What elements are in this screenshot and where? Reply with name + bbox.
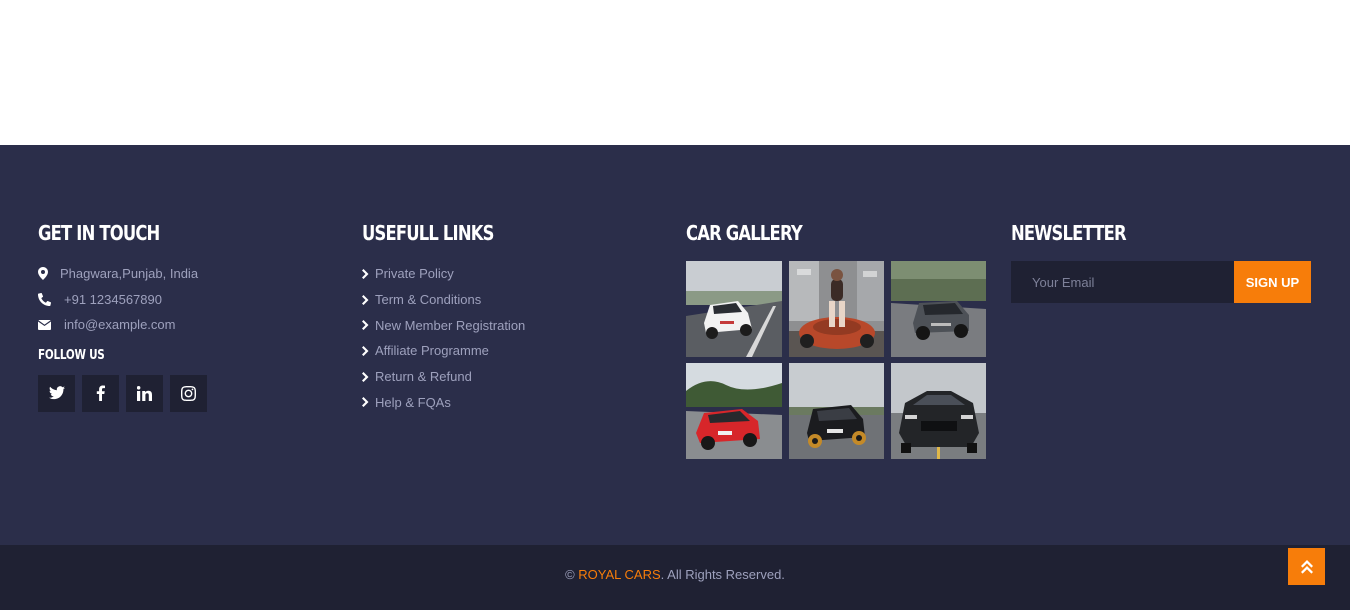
- contact-email-text: info@example.com: [64, 317, 176, 333]
- linkedin-icon: [137, 385, 152, 401]
- phone-icon: [38, 292, 64, 306]
- contact-phone-text: +91 1234567890: [64, 291, 162, 307]
- copyright-symbol: ©: [565, 567, 575, 582]
- link-label: Return & Refund: [375, 369, 472, 385]
- link-private-policy[interactable]: Private Policy: [362, 261, 652, 287]
- facebook-icon: [96, 385, 105, 401]
- newsletter-title: NEWSLETTER: [1011, 221, 1127, 245]
- copyright-bar: © ROYAL CARS. All Rights Reserved.: [0, 545, 1350, 610]
- links-title: USEFULL LINKS: [362, 221, 494, 245]
- gallery-image-white-hatchback[interactable]: [686, 261, 782, 357]
- gallery-image-grey-suv[interactable]: [891, 261, 986, 357]
- link-label: Affiliate Programme: [375, 343, 489, 359]
- brand-link[interactable]: ROYAL CARS: [578, 567, 660, 582]
- envelope-icon: [38, 319, 64, 330]
- signup-button[interactable]: SIGN UP: [1234, 261, 1311, 303]
- twitter-button[interactable]: [38, 374, 75, 412]
- back-to-top-button[interactable]: [1288, 548, 1325, 585]
- instagram-icon: [181, 385, 196, 401]
- contact-column: GET IN TOUCH Phagwara,Punjab, India +91 …: [38, 221, 328, 412]
- chevron-right-icon: [362, 397, 375, 408]
- gallery-image-woman-red-car[interactable]: [789, 261, 884, 357]
- chevron-right-icon: [362, 345, 375, 356]
- link-new-member[interactable]: New Member Registration: [362, 312, 652, 338]
- link-label: Term & Conditions: [375, 292, 482, 308]
- contact-email: info@example.com: [38, 312, 328, 338]
- page: GET IN TOUCH Phagwara,Punjab, India +91 …: [0, 0, 1352, 610]
- gallery-image-red-hatchback[interactable]: [686, 363, 782, 459]
- chevron-right-icon: [362, 320, 375, 331]
- links-column: USEFULL LINKS Private Policy Term & Cond…: [362, 221, 652, 415]
- content-area-blank: [0, 0, 1350, 145]
- gallery-image-black-mustang[interactable]: [891, 363, 986, 459]
- social-links: [38, 374, 328, 412]
- link-terms[interactable]: Term & Conditions: [362, 287, 652, 313]
- contact-list: Phagwara,Punjab, India +91 1234567890 in…: [38, 261, 328, 338]
- map-marker-icon: [38, 267, 60, 281]
- newsletter-column: NEWSLETTER SIGN UP: [1011, 221, 1311, 303]
- gallery-title: CAR GALLERY: [686, 221, 803, 245]
- contact-address-text: Phagwara,Punjab, India: [60, 266, 199, 282]
- facebook-button[interactable]: [82, 374, 119, 412]
- double-chevron-up-icon: [1300, 559, 1313, 574]
- chevron-right-icon: [362, 371, 375, 382]
- link-return-refund[interactable]: Return & Refund: [362, 364, 652, 390]
- follow-us-title: FOLLOW US: [38, 347, 105, 363]
- link-affiliate[interactable]: Affiliate Programme: [362, 338, 652, 364]
- contact-address: Phagwara,Punjab, India: [38, 261, 328, 287]
- instagram-button[interactable]: [170, 374, 207, 412]
- link-help-faqs[interactable]: Help & FQAs: [362, 389, 652, 415]
- email-input[interactable]: [1011, 261, 1234, 303]
- twitter-icon: [48, 386, 65, 400]
- link-label: Private Policy: [375, 266, 454, 282]
- footer: GET IN TOUCH Phagwara,Punjab, India +91 …: [0, 145, 1350, 545]
- link-label: New Member Registration: [375, 317, 526, 333]
- links-list: Private Policy Term & Conditions New Mem…: [362, 261, 652, 415]
- gallery-image-black-hatchback[interactable]: [789, 363, 884, 459]
- link-label: Help & FQAs: [375, 394, 451, 410]
- car-gallery: [686, 261, 986, 459]
- contact-title: GET IN TOUCH: [38, 221, 160, 245]
- chevron-right-icon: [362, 294, 375, 305]
- gallery-column: CAR GALLERY: [686, 221, 986, 459]
- linkedin-button[interactable]: [126, 374, 163, 412]
- chevron-right-icon: [362, 268, 375, 279]
- copyright-rest: . All Rights Reserved.: [660, 567, 785, 582]
- newsletter-form: SIGN UP: [1011, 261, 1311, 303]
- contact-phone: +91 1234567890: [38, 287, 328, 313]
- copyright-text: © ROYAL CARS. All Rights Reserved.: [0, 567, 1350, 582]
